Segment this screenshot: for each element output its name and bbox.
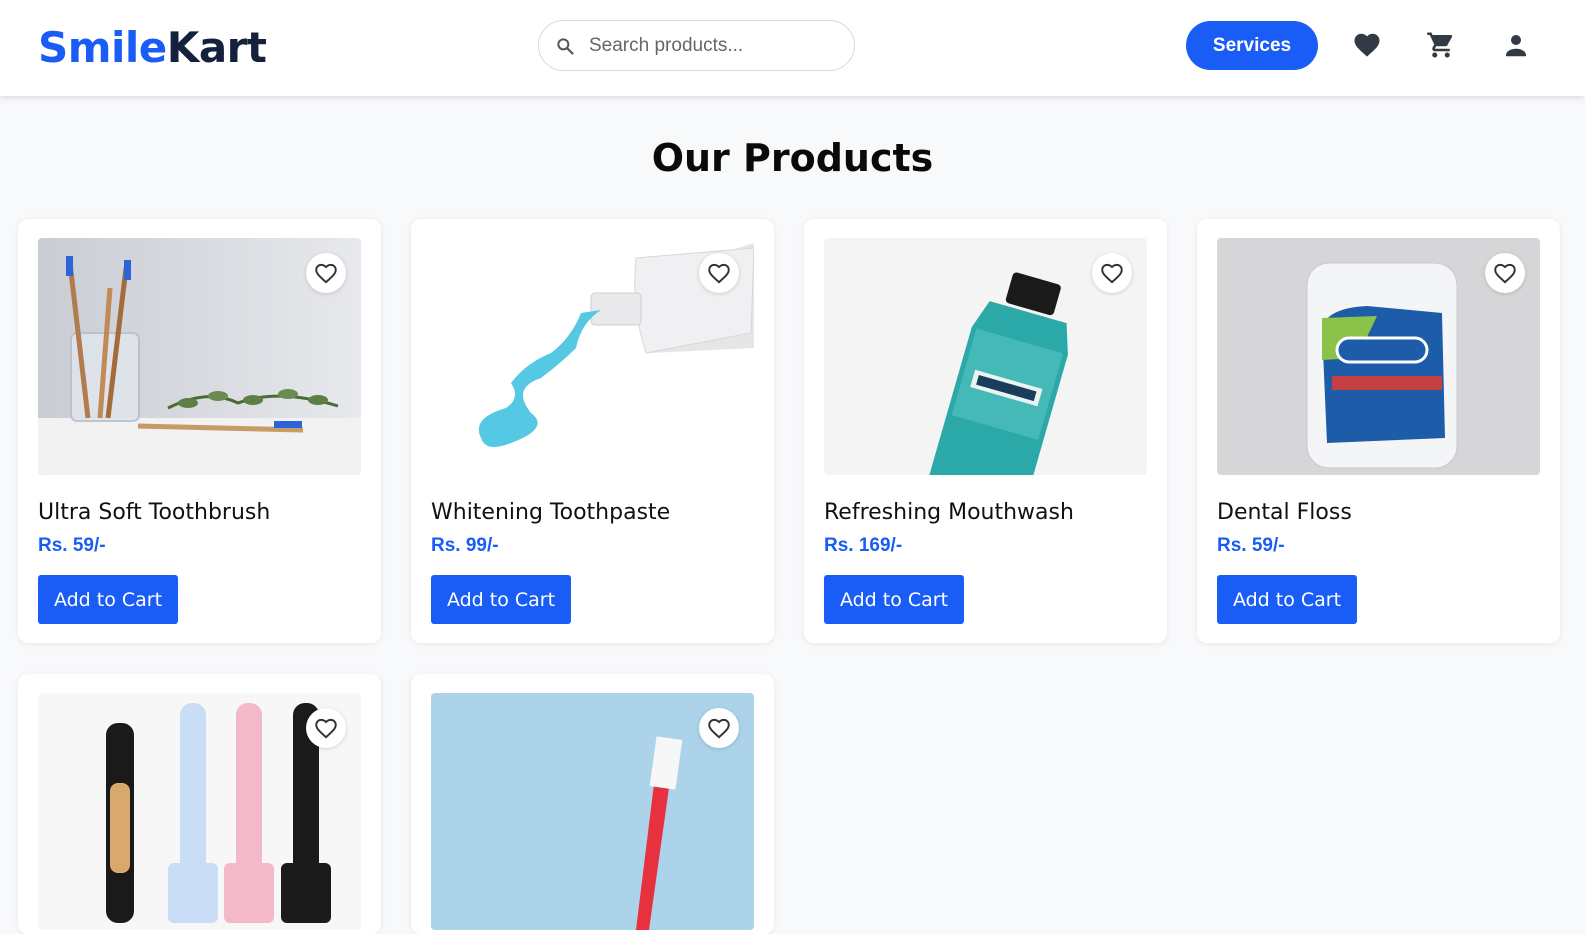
product-card — [18, 674, 381, 934]
heart-outline-icon — [315, 263, 337, 284]
heart-outline-icon — [1494, 263, 1516, 284]
wishlist-button[interactable] — [699, 708, 739, 748]
product-card: Refreshing Mouthwash Rs. 169/- Add to Ca… — [804, 219, 1167, 643]
add-to-cart-button[interactable]: Add to Cart — [431, 575, 571, 624]
brand-logo-part2: Kart — [166, 23, 267, 72]
product-card — [411, 674, 774, 934]
cart-icon[interactable] — [1426, 30, 1456, 60]
search-bar[interactable] — [538, 20, 855, 71]
page-title: Our Products — [651, 136, 934, 180]
navbar: SmileKart Services — [0, 0, 1585, 96]
wishlist-button[interactable] — [699, 253, 739, 293]
heart-outline-icon — [315, 718, 337, 739]
product-name: Ultra Soft Toothbrush — [38, 500, 271, 525]
product-card: Ultra Soft Toothbrush Rs. 59/- Add to Ca… — [18, 219, 381, 643]
brand-logo-part1: Smile — [38, 23, 167, 72]
services-button[interactable]: Services — [1186, 21, 1318, 70]
search-icon — [557, 38, 574, 55]
product-name: Whitening Toothpaste — [431, 500, 671, 525]
product-name: Dental Floss — [1217, 500, 1352, 525]
product-card: Whitening Toothpaste Rs. 99/- Add to Car… — [411, 219, 774, 643]
add-to-cart-button[interactable]: Add to Cart — [38, 575, 178, 624]
product-card: Dental Floss Rs. 59/- Add to Cart — [1197, 219, 1560, 643]
user-icon[interactable] — [1501, 30, 1531, 60]
heart-icon[interactable] — [1352, 30, 1382, 60]
wishlist-button[interactable] — [306, 708, 346, 748]
product-price: Rs. 169/- — [824, 535, 903, 556]
product-price: Rs. 99/- — [431, 535, 499, 556]
add-to-cart-button[interactable]: Add to Cart — [1217, 575, 1357, 624]
wishlist-button[interactable] — [306, 253, 346, 293]
wishlist-button[interactable] — [1485, 253, 1525, 293]
add-to-cart-button[interactable]: Add to Cart — [824, 575, 964, 624]
brand-logo[interactable]: SmileKart — [38, 23, 267, 72]
product-price: Rs. 59/- — [38, 535, 106, 556]
heart-outline-icon — [708, 263, 730, 284]
heart-outline-icon — [1101, 263, 1123, 284]
wishlist-button[interactable] — [1092, 253, 1132, 293]
product-name: Refreshing Mouthwash — [824, 500, 1074, 525]
search-input[interactable] — [589, 31, 839, 61]
product-price: Rs. 59/- — [1217, 535, 1285, 556]
heart-outline-icon — [708, 718, 730, 739]
